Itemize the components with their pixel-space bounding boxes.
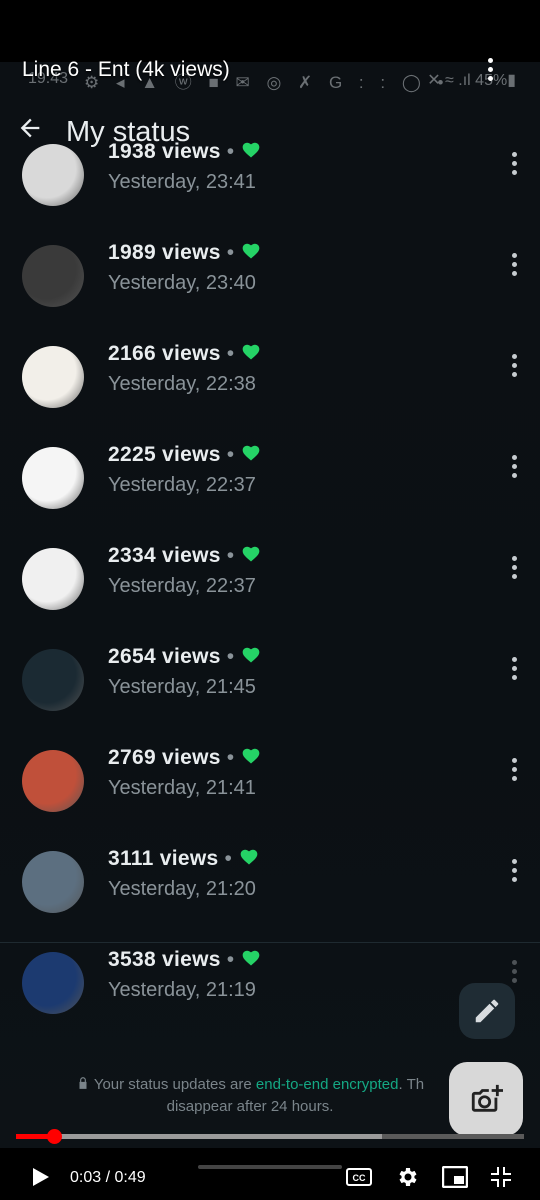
progress-bar[interactable] — [16, 1129, 524, 1144]
lock-icon — [79, 1077, 87, 1089]
encryption-note-suffix: . Th — [398, 1076, 425, 1093]
status-views-count: 3538 views — [108, 948, 221, 971]
status-views: 3111 views • — [108, 847, 260, 871]
status-views-count: 2769 views — [108, 746, 221, 769]
status-views-count: 2225 views — [108, 443, 221, 466]
status-views: 2225 views • — [108, 443, 262, 467]
separator-dot: • — [226, 948, 235, 971]
separator-dot: • — [226, 544, 235, 567]
status-views-count: 2334 views — [108, 544, 221, 567]
heart-icon — [240, 849, 258, 865]
status-thumbnail[interactable] — [22, 245, 84, 307]
video-title[interactable]: Line 6 - Ent (4k views) — [22, 58, 230, 82]
heart-icon — [243, 748, 260, 764]
status-timestamp: Yesterday, 21:45 — [108, 676, 256, 698]
status-row[interactable]: 1989 views • Yesterday, 23:40 — [0, 237, 540, 338]
more-vert-icon[interactable] — [510, 657, 518, 683]
status-row[interactable]: 1938 views • Yesterday, 23:41 — [0, 136, 540, 237]
status-thumbnail[interactable] — [22, 649, 84, 711]
more-vert-icon[interactable] — [510, 455, 518, 481]
scrubber-handle[interactable] — [47, 1129, 63, 1144]
status-views: 2334 views • — [108, 544, 262, 568]
status-row[interactable]: 2769 views • Yesterday, 21:41 — [0, 742, 540, 843]
exit-fullscreen-icon[interactable] — [489, 1165, 513, 1189]
gear-icon[interactable] — [395, 1165, 419, 1189]
status-views-count: 1989 views — [108, 241, 221, 264]
status-views-count: 3111 views — [108, 847, 219, 870]
camera-plus-icon — [471, 1084, 503, 1112]
status-views: 1938 views • — [108, 140, 262, 164]
svg-text:CC: CC — [353, 1173, 366, 1183]
buffered-bar — [16, 1134, 382, 1139]
player-controls: 0:03 / 0:49 CC — [0, 1150, 540, 1200]
status-timestamp: Yesterday, 21:41 — [108, 777, 256, 799]
encryption-note: Your status updates are end-to-end encry… — [40, 1074, 460, 1118]
heart-icon — [243, 445, 260, 461]
status-timestamp: Yesterday, 22:37 — [108, 575, 256, 597]
heart-icon — [243, 142, 260, 158]
camera-status-button[interactable] — [449, 1062, 523, 1136]
status-views: 2654 views • — [108, 645, 262, 669]
status-views-count: 2166 views — [108, 342, 221, 365]
separator-dot: • — [226, 443, 235, 466]
status-row[interactable]: 2166 views • Yesterday, 22:38 — [0, 338, 540, 439]
status-row[interactable]: 3111 views • Yesterday, 21:20 — [0, 843, 540, 944]
separator-dot: • — [226, 645, 235, 668]
encryption-note-prefix: Your status updates are — [93, 1076, 256, 1093]
more-vert-icon[interactable] — [510, 758, 518, 784]
status-views: 2769 views • — [108, 746, 262, 770]
pencil-icon — [475, 999, 499, 1023]
heart-icon — [243, 243, 260, 259]
more-vert-icon[interactable] — [510, 152, 518, 178]
timecode: 0:03 / 0:49 — [70, 1169, 146, 1186]
heart-icon — [243, 546, 260, 562]
system-indicators: ✕ ≈ .ıl 45%▮ — [427, 72, 516, 89]
edit-text-status-button[interactable] — [459, 983, 515, 1039]
encryption-note-line2: disappear after 24 hours. — [166, 1098, 334, 1115]
heart-icon — [243, 950, 260, 966]
video-player[interactable]: 19:43 ⚙ ◂ ▲ ⓦ ■ ✉ ◎ ✗ G : : ◯ • ✕ ≈ .ıl … — [0, 0, 540, 1200]
status-timestamp: Yesterday, 23:40 — [108, 272, 256, 294]
more-options-icon[interactable] — [485, 58, 495, 86]
status-timestamp: Yesterday, 22:37 — [108, 474, 256, 496]
status-row[interactable]: 2654 views • Yesterday, 21:45 — [0, 641, 540, 742]
separator-dot: • — [226, 342, 235, 365]
status-timestamp: Yesterday, 21:19 — [108, 979, 256, 1001]
separator-dot: • — [226, 746, 235, 769]
more-vert-icon[interactable] — [510, 960, 518, 986]
more-vert-icon[interactable] — [510, 354, 518, 380]
status-row[interactable]: 2334 views • Yesterday, 22:37 — [0, 540, 540, 641]
status-thumbnail[interactable] — [22, 548, 84, 610]
gesture-bar — [198, 1165, 342, 1169]
status-thumbnail[interactable] — [22, 851, 84, 913]
heart-icon — [243, 344, 260, 360]
status-thumbnail[interactable] — [22, 750, 84, 812]
status-thumbnail[interactable] — [22, 952, 84, 1014]
video-frame: 19:43 ⚙ ◂ ▲ ⓦ ■ ✉ ◎ ✗ G : : ◯ • ✕ ≈ .ıl … — [0, 62, 540, 1148]
status-thumbnail[interactable] — [22, 346, 84, 408]
more-vert-icon[interactable] — [510, 859, 518, 885]
status-views: 1989 views • — [108, 241, 262, 265]
encryption-link[interactable]: end-to-end encrypted — [256, 1076, 399, 1093]
separator-dot: • — [226, 140, 235, 163]
status-views-count: 1938 views — [108, 140, 221, 163]
status-thumbnail[interactable] — [22, 447, 84, 509]
heart-icon — [243, 647, 260, 663]
status-views: 2166 views • — [108, 342, 262, 366]
more-vert-icon[interactable] — [510, 253, 518, 279]
more-vert-icon[interactable] — [510, 556, 518, 582]
status-views-count: 2654 views — [108, 645, 221, 668]
status-timestamp: Yesterday, 21:20 — [108, 878, 256, 900]
separator-dot: • — [224, 847, 233, 870]
separator-dot: • — [226, 241, 235, 264]
status-row[interactable]: 2225 views • Yesterday, 22:37 — [0, 439, 540, 540]
cc-icon[interactable]: CC — [346, 1168, 372, 1186]
play-icon[interactable] — [32, 1167, 50, 1187]
status-timestamp: Yesterday, 22:38 — [108, 373, 256, 395]
miniplayer-icon[interactable] — [442, 1166, 468, 1188]
divider — [0, 942, 540, 943]
status-thumbnail[interactable] — [22, 144, 84, 206]
status-timestamp: Yesterday, 23:41 — [108, 171, 256, 193]
status-views: 3538 views • — [108, 948, 262, 972]
